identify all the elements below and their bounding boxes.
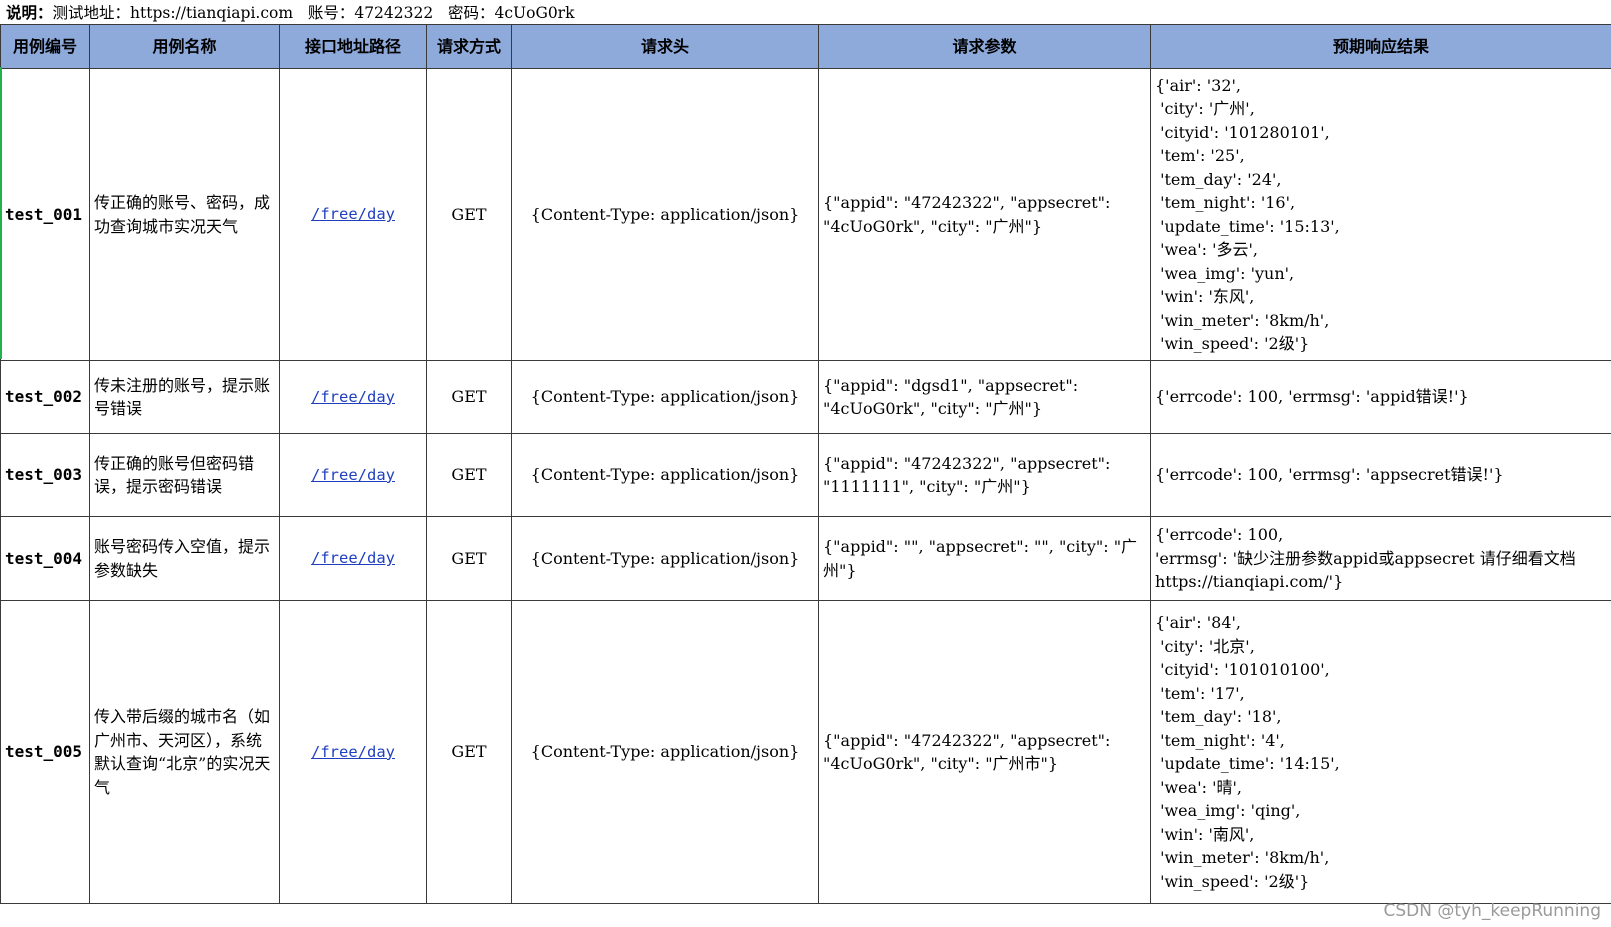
api-path-cell: /free/day	[279, 68, 427, 361]
case-id: test_005	[0, 600, 90, 904]
case-name: 传未注册的账号，提示账号错误	[89, 360, 280, 434]
api-path-link[interactable]: /free/day	[311, 743, 395, 761]
expected-response: {'air': '32', 'city': '广州', 'cityid': '1…	[1150, 68, 1611, 361]
response-line: 'win_meter': '8km/h',	[1155, 310, 1330, 330]
expected-response: {'air': '84', 'city': '北京', 'cityid': '1…	[1150, 600, 1611, 904]
request-method: GET	[426, 68, 512, 361]
request-params: {"appid": "47242322", "appsecret": "4cUo…	[818, 68, 1151, 361]
table-row: test_005 传入带后缀的城市名（如广州市、天河区），系统默认查询“北京”的实…	[0, 600, 1611, 904]
response-line: 'update_time': '14:15',	[1155, 754, 1340, 773]
header-case-id: 用例编号	[0, 24, 90, 69]
response-line: 'win': '南风',	[1155, 824, 1255, 844]
api-path-link[interactable]: /free/day	[311, 205, 395, 223]
response-line: 'city': '广州',	[1155, 99, 1255, 118]
expected-response: {'errcode': 100, 'errmsg': 'appid错误!'}	[1150, 360, 1611, 434]
watermark: CSDN @tyh_keepRunning	[1383, 901, 1601, 921]
request-header: {Content-Type: application/json}	[511, 433, 819, 517]
case-id: test_003	[0, 433, 90, 517]
response-line: {'air': '84',	[1155, 613, 1241, 632]
request-params: {"appid": "", "appsecret": "", "city": "…	[818, 516, 1151, 601]
request-method: GET	[426, 516, 512, 601]
response-line: 'wea_img': 'yun',	[1155, 263, 1295, 283]
request-method: GET	[426, 433, 512, 517]
response-line: 'update_time': '15:13',	[1155, 216, 1340, 236]
note-line: 说明：测试地址：https://tianqiapi.com 账号：4724232…	[0, 0, 1611, 24]
response-line: 'win_speed': '2级'}	[1155, 871, 1310, 891]
response-line: 'city': '北京',	[1155, 636, 1255, 656]
table-row: test_001 传正确的账号、密码，成功查询城市实况天气/free/day GET…	[0, 68, 1611, 361]
header-request-header: 请求头	[511, 24, 819, 69]
header-api-path: 接口地址路径	[279, 24, 427, 69]
request-params: {"appid": "47242322", "appsecret": "4cUo…	[818, 600, 1151, 904]
api-path-cell: /free/day	[279, 516, 427, 601]
case-name: 传正确的账号但密码错误，提示密码错误	[89, 433, 280, 517]
response-line: 'tem_night': '4',	[1155, 730, 1285, 750]
api-path-cell: /free/day	[279, 433, 427, 517]
header-row: 用例编号 用例名称 接口地址路径 请求方式 请求头 请求参数 预期响应结果	[0, 24, 1611, 69]
response-line: {'errcode': 100, 'errmsg': 'appid错误!'}	[1155, 387, 1469, 407]
case-id: test_001	[0, 68, 90, 361]
response-line: 'win': '东风',	[1155, 287, 1255, 306]
header-case-name: 用例名称	[89, 24, 280, 69]
expected-response: {'errcode': 100, 'errmsg': '缺少注册参数appid或…	[1150, 516, 1611, 601]
response-line: {'errcode': 100,	[1155, 525, 1284, 545]
header-expected-response: 预期响应结果	[1150, 24, 1611, 69]
response-line: 'win_meter': '8km/h',	[1155, 848, 1330, 867]
response-line: 'win_speed': '2级'}	[1155, 334, 1310, 353]
table-row: test_004 账号密码传入空值，提示参数缺失/free/day GET {Cont…	[0, 516, 1611, 601]
request-header: {Content-Type: application/json}	[511, 68, 819, 361]
case-name: 传入带后缀的城市名（如广州市、天河区），系统默认查询“北京”的实况天气	[89, 600, 280, 904]
table-row: test_002 传未注册的账号，提示账号错误/free/day GET {Conte…	[0, 360, 1611, 434]
note-text: 测试地址：https://tianqiapi.com 账号：47242322 密…	[52, 4, 575, 22]
request-method: GET	[426, 360, 512, 434]
response-line: 'tem': '17',	[1155, 683, 1245, 703]
row-highlight-marker	[0, 67, 2, 359]
request-params: {"appid": "47242322", "appsecret": "1111…	[818, 433, 1151, 517]
case-id: test_004	[0, 516, 90, 601]
api-path-cell: /free/day	[279, 360, 427, 434]
request-header: {Content-Type: application/json}	[511, 516, 819, 601]
test-case-table: 用例编号 用例名称 接口地址路径 请求方式 请求头 请求参数 预期响应结果 te…	[0, 24, 1611, 904]
expected-response: {'errcode': 100, 'errmsg': 'appsecret错误!…	[1150, 433, 1611, 517]
response-line: 'wea': '晴',	[1155, 777, 1242, 797]
response-line: {'air': '32',	[1155, 75, 1241, 95]
header-method: 请求方式	[426, 24, 512, 69]
response-line: 'cityid': '101010100',	[1155, 660, 1330, 679]
api-path-cell: /free/day	[279, 600, 427, 904]
response-line: 'wea_img': 'qing',	[1155, 801, 1301, 820]
api-path-link[interactable]: /free/day	[311, 549, 395, 567]
response-line: 'cityid': '101280101',	[1155, 122, 1330, 142]
request-method: GET	[426, 600, 512, 904]
response-line: 'tem_day': '18',	[1155, 707, 1282, 726]
api-path-link[interactable]: /free/day	[311, 388, 395, 406]
api-path-link[interactable]: /free/day	[311, 466, 395, 484]
case-name: 账号密码传入空值，提示参数缺失	[89, 516, 280, 601]
response-line: {'errcode': 100, 'errmsg': 'appsecret错误!…	[1155, 465, 1504, 485]
note-label: 说明：	[6, 3, 53, 22]
request-params: {"appid": "dgsd1", "appsecret": "4cUoG0r…	[818, 360, 1151, 434]
request-header: {Content-Type: application/json}	[511, 360, 819, 434]
response-line: 'tem': '25',	[1155, 146, 1245, 165]
response-line: 'errmsg': '缺少注册参数appid或appsecret 请仔细看文档 …	[1155, 548, 1576, 592]
header-request-params: 请求参数	[818, 24, 1151, 69]
response-line: 'wea': '多云',	[1155, 240, 1258, 259]
case-name: 传正确的账号、密码，成功查询城市实况天气	[89, 68, 280, 361]
request-header: {Content-Type: application/json}	[511, 600, 819, 904]
response-line: 'tem_day': '24',	[1155, 169, 1282, 189]
case-id: test_002	[0, 360, 90, 434]
response-line: 'tem_night': '16',	[1155, 193, 1296, 212]
table-row: test_003 传正确的账号但密码错误，提示密码错误/free/day GET {C…	[0, 433, 1611, 517]
